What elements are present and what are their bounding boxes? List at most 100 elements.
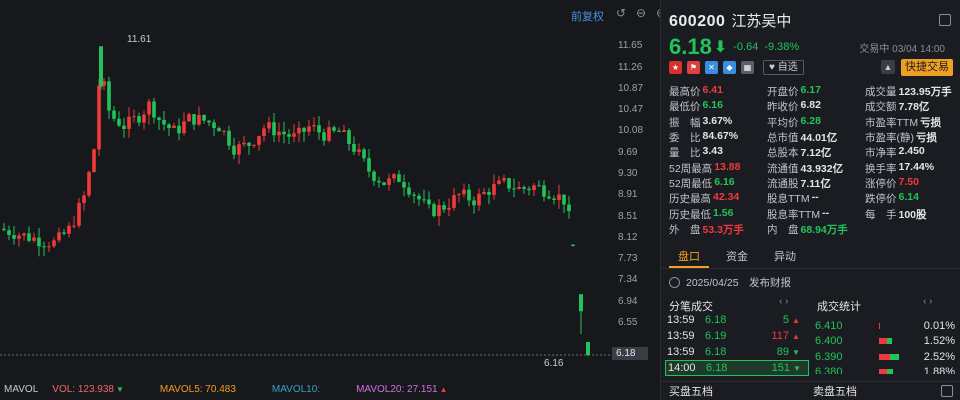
candle-body (37, 237, 41, 247)
tick-price: 6.18 (705, 346, 727, 358)
tick-row[interactable]: 13:59 6.18 5 ▲ (665, 312, 809, 328)
tick-direction-icon: ▼ (792, 347, 800, 357)
quote-value: 7.12亿 (800, 147, 832, 160)
ticks-list[interactable]: 13:59 6.18 5 ▲ 13:59 6.19 117 ▲ 13:59 6.18 89 ▼ 14:0… (665, 312, 809, 376)
candle-body (532, 185, 536, 191)
tab-yidong[interactable]: 异动 (765, 247, 805, 268)
quote-row: 量 比 3.43 总股本 7.12亿 市净率 2.450 (669, 145, 959, 160)
quote-value: 100股 (898, 208, 927, 221)
quote-label: 成交额 (865, 101, 897, 114)
panel-tabs: 盘口 资金 异动 (661, 247, 960, 269)
quote-cell: 股息TTM -- (767, 191, 865, 206)
candle-body (337, 130, 341, 132)
candle-body (557, 194, 561, 200)
volume-indicator-bar: MAVOL VOL: 123.938 ▼ MAVOL5: 70.483 MAVOL… (0, 378, 660, 400)
china-flag-icon: ★ (669, 60, 682, 74)
quote-label: 股息TTM (767, 193, 810, 206)
quote-value: 亏损 (916, 132, 937, 145)
mavol5-value: MAVOL5: 70.483 (159, 383, 236, 395)
stats-pct: 2.52% (923, 350, 955, 363)
stats-row[interactable]: 6.410 0.01% (815, 318, 959, 334)
stats-row[interactable]: 6.400 1.52% (815, 334, 959, 350)
popout-icon[interactable] (939, 14, 951, 26)
quote-value: 68.94万手 (800, 223, 848, 236)
quote-label: 成交量 (865, 86, 897, 99)
grid-icon[interactable]: ▦ (741, 60, 754, 74)
tick-time: 13:59 (667, 346, 695, 358)
stats-pct: 1.52% (923, 335, 955, 348)
quote-row: 52周最低 6.16 流通股 7.11亿 涨停价 7.50 (669, 176, 959, 191)
quote-cell: 最低价 6.16 (669, 99, 767, 114)
ticks-nav-icon[interactable]: ‹ › (779, 296, 788, 307)
quote-label: 总市值 (767, 132, 799, 145)
tag-icon[interactable]: ◆ (723, 60, 736, 74)
quote-label: 市盈率TTM (865, 116, 919, 129)
fuquan-toggle[interactable]: 前复权 (571, 8, 604, 24)
mavol-label[interactable]: MAVOL (4, 384, 38, 395)
buy5-label[interactable]: 买盘五档 (669, 383, 713, 399)
zoom-out-icon[interactable]: ⊖ (634, 6, 648, 20)
candle-body (452, 195, 456, 208)
bell-icon[interactable]: ▲ (881, 60, 895, 74)
quote-value: 43.932亿 (800, 162, 844, 175)
tick-price: 6.18 (705, 314, 727, 326)
quote-cell: 内 盘 68.94万手 (767, 222, 865, 237)
stats-row[interactable]: 6.390 2.52% (815, 349, 959, 365)
stats-nav-icon[interactable]: ‹ › (923, 296, 932, 307)
quote-value: 13.88 (714, 160, 741, 173)
stats-row[interactable]: 6.380 1.88% (815, 365, 959, 374)
tick-volume: 151 (771, 362, 790, 374)
candle-body (571, 244, 575, 246)
quote-grid: 最高价 6.41 开盘价 6.17 成交量 123.95万手 最低价 6.16 昨收价 6.82 成… (669, 84, 959, 237)
quote-label: 昨收价 (767, 101, 799, 114)
quote-value: 6.17 (800, 84, 821, 97)
expand-icon[interactable] (941, 385, 953, 397)
tab-pankou[interactable]: 盘口 (669, 247, 709, 268)
report-notice[interactable]: 2025/04/25 发布财报 (669, 275, 791, 290)
sell5-label[interactable]: 卖盘五档 (813, 383, 857, 399)
candle-body (192, 114, 196, 125)
cross-icon[interactable]: ✕ (705, 60, 718, 74)
quote-cell: 外 盘 53.3万手 (669, 222, 767, 237)
candle-body (72, 225, 76, 227)
candle-body (99, 46, 103, 87)
reset-icon[interactable]: ↺ (614, 6, 628, 20)
tick-direction-icon: ▲ (792, 331, 800, 341)
tab-zijin[interactable]: 资金 (717, 247, 757, 268)
candle-body (157, 117, 161, 120)
quote-cell: 市净率 2.450 (865, 145, 959, 160)
candle-body (586, 341, 590, 356)
quote-label: 外 盘 (669, 223, 701, 236)
stats-list[interactable]: 6.410 0.01% 6.400 1.52% 6.390 2.52% 6.380 1.88% (815, 318, 959, 374)
stats-pct: 0.01% (923, 319, 955, 332)
candle-body (502, 178, 506, 181)
tick-volume: 89 (776, 346, 789, 358)
quote-cell: 历史最低 1.56 (669, 207, 767, 222)
candle-body (132, 116, 136, 118)
price-axis-label: 10.08 (618, 125, 644, 136)
stats-bar (873, 338, 903, 345)
price-axis-label: 8.12 (618, 232, 638, 243)
quick-trade-button[interactable]: 快捷交易 (901, 58, 953, 76)
tick-row[interactable]: 13:59 6.19 117 ▲ (665, 328, 809, 344)
candle-body (357, 149, 361, 152)
price-axis-label: 9.30 (618, 168, 638, 179)
quote-cell: 52周最高 13.88 (669, 161, 767, 176)
vol-value: VOL: 123.938 ▼ (52, 383, 124, 395)
stock-header: 600200 江苏吴中 6.18 ⬇ -0.64 -9.38% 交易中 03/0… (669, 10, 959, 60)
price-axis-label: 8.51 (618, 211, 638, 222)
candle-body (492, 183, 496, 195)
kline-chart-area[interactable]: 前复权 ↺ ⊖ ⊕ 11.65 11.26 10.87 10.47 10.08 9.69 9… (0, 0, 666, 400)
kline-chart[interactable] (0, 0, 660, 400)
concept-icon[interactable]: ⚑ (687, 60, 700, 74)
quote-value: 3.67% (702, 114, 733, 127)
quote-label: 股息率TTM (767, 208, 821, 221)
candle-body (97, 85, 101, 150)
price-axis-label: 6.94 (618, 296, 638, 307)
quote-value: 2.450 (898, 145, 925, 158)
candle-body (262, 128, 266, 137)
candle-body (392, 174, 396, 179)
tick-row[interactable]: 14:00 6.18 151 ▼ (665, 360, 809, 376)
add-watchlist-button[interactable]: ♥ 自选 (763, 59, 804, 75)
tick-row[interactable]: 13:59 6.18 89 ▼ (665, 344, 809, 360)
